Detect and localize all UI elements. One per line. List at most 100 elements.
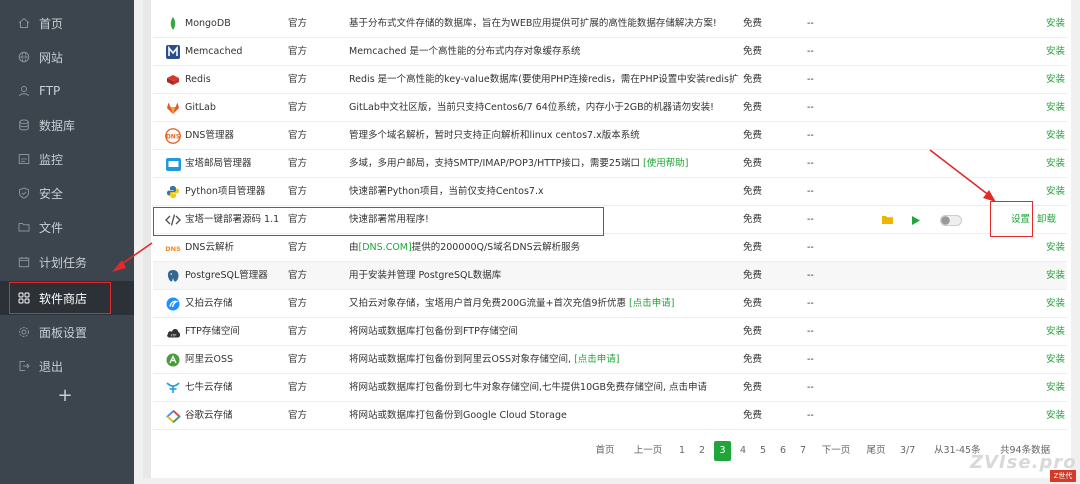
play-icon[interactable] <box>910 212 922 228</box>
nav-logout[interactable]: 退出 <box>0 349 134 383</box>
install-button[interactable]: 安装 <box>1037 402 1065 429</box>
table-row: Redis 官方 Redis 是一个高性能的key-value数据库(要使用PH… <box>153 66 1067 94</box>
plugin-type: 官方 <box>288 326 308 337</box>
table-row: 宝塔邮局管理器 官方 多域，多用户邮局，支持SMTP/IMAP/POP3/HTT… <box>153 150 1067 178</box>
prev-page-button[interactable]: 上一页 <box>628 441 668 461</box>
plugin-name: DNS云解析 <box>185 242 234 253</box>
table-row: DNS DNS管理器 官方 管理多个域名解析，暂时只支持正向解析和linux c… <box>153 122 1067 150</box>
nav-label: 文件 <box>39 220 64 235</box>
plugin-type: 官方 <box>288 382 308 393</box>
install-button[interactable]: 安装 <box>1037 10 1065 37</box>
plugin-price: 免费 <box>743 326 763 337</box>
plugin-expire: -- <box>807 130 814 141</box>
page-button[interactable]: 6 <box>775 441 791 461</box>
nav-panel-settings[interactable]: 面板设置 <box>0 315 134 349</box>
install-button[interactable]: 安装 <box>1037 318 1065 345</box>
table-row: GitLab 官方 GitLab中文社区版，当前只支持Centos6/7 64位… <box>153 94 1067 122</box>
plugin-name: Redis <box>185 74 211 85</box>
table-row: MongoDB 官方 基于分布式文件存储的数据库，旨在为WEB应用提供可扩展的高… <box>153 10 1067 38</box>
nav-label: 监控 <box>39 152 64 167</box>
plugin-price: 免费 <box>743 214 763 225</box>
install-button[interactable]: 安装 <box>1037 150 1065 177</box>
nav-label: 退出 <box>39 359 64 374</box>
page-button-current[interactable]: 3 <box>714 441 731 461</box>
plugin-desc: 多域，多用户邮局，支持SMTP/IMAP/POP3/HTTP接口，需要25端口 … <box>349 150 739 177</box>
nav-database[interactable]: 数据库 <box>0 108 134 142</box>
plugin-price: 免费 <box>743 18 763 29</box>
plugin-desc: 快速部署Python项目，当前仅支持Centos7.x <box>349 186 544 197</box>
table-row: Memcached 官方 Memcached 是一个高性能的分布式内存对象缓存系… <box>153 38 1067 66</box>
nav-security[interactable]: 安全 <box>0 176 134 210</box>
install-button[interactable]: 安装 <box>1037 346 1065 373</box>
page-button[interactable]: 1 <box>674 441 690 461</box>
install-button[interactable]: 安装 <box>1037 374 1065 401</box>
upyun-icon <box>165 296 181 312</box>
desc-text: 由 <box>349 242 359 253</box>
plugin-desc: Redis 是一个高性能的key-value数据库(要使用PHP连接redis，… <box>349 74 739 85</box>
nav-sites[interactable]: 网站 <box>0 40 134 74</box>
plugin-type: 官方 <box>288 354 308 365</box>
next-page-button[interactable]: 下一页 <box>816 441 856 461</box>
page-button[interactable]: 4 <box>735 441 751 461</box>
page-button[interactable]: 7 <box>795 441 811 461</box>
gear-icon <box>17 325 31 339</box>
dns-com-link[interactable]: [DNS.COM] <box>359 242 412 253</box>
mongodb-icon <box>165 16 181 32</box>
install-button[interactable]: 安装 <box>1037 38 1065 65</box>
plugin-name: PostgreSQL管理器 <box>185 270 268 281</box>
plugin-desc: 将网站或数据库打包备份到FTP存储空间 <box>349 326 518 337</box>
memcached-icon <box>165 44 181 60</box>
open-folder-icon[interactable] <box>881 212 895 228</box>
plugin-list-panel: MongoDB 官方 基于分布式文件存储的数据库，旨在为WEB应用提供可扩展的高… <box>143 0 1071 478</box>
install-button[interactable]: 安装 <box>1037 122 1065 149</box>
install-button[interactable]: 安装 <box>1037 290 1065 317</box>
uninstall-button[interactable]: 卸载 <box>1037 206 1065 233</box>
apply-link[interactable]: [点击申请] <box>629 298 674 309</box>
plugin-type: 官方 <box>288 298 308 309</box>
plugin-expire: -- <box>807 410 814 421</box>
status-toggle[interactable] <box>939 212 963 228</box>
apply-link[interactable]: [点击申请] <box>574 354 619 365</box>
plugin-type: 官方 <box>288 410 308 421</box>
last-page-button[interactable]: 尾页 <box>861 441 891 461</box>
svg-text:DNS: DNS <box>166 134 180 141</box>
plugin-desc: GitLab中文社区版，当前只支持Centos6/7 64位系统，内存小于2GB… <box>349 102 714 113</box>
nav-label: FTP <box>39 84 61 98</box>
python-icon <box>165 184 181 200</box>
shield-icon <box>17 186 31 200</box>
highlight-box-settings <box>990 201 1033 237</box>
desc-text: 提供的200000Q/S域名DNS云解析服务 <box>411 242 581 253</box>
plugin-name: GitLab <box>185 102 216 113</box>
install-button[interactable]: 安装 <box>1037 94 1065 121</box>
panel-edge <box>143 0 151 478</box>
page-button[interactable]: 5 <box>755 441 771 461</box>
folder-icon <box>17 220 31 234</box>
nav-label: 计划任务 <box>39 255 88 270</box>
plugin-price: 免费 <box>743 382 763 393</box>
table-row: 阿里云OSS 官方 将网站或数据库打包备份到阿里云OSS对象存储空间, [点击申… <box>153 346 1067 374</box>
nav-monitor[interactable]: 监控 <box>0 142 134 176</box>
ftp-storage-icon: FTP <box>165 324 181 340</box>
plugin-desc: 将网站或数据库打包备份到七牛对象存储空间,七牛提供10GB免费存储空间, 点击申… <box>349 382 708 393</box>
page-button[interactable]: 2 <box>694 441 710 461</box>
add-button[interactable]: + <box>55 386 75 406</box>
plugin-name: Python项目管理器 <box>185 186 266 197</box>
plugin-expire: -- <box>807 214 814 225</box>
desc-text: 将网站或数据库打包备份到阿里云OSS对象存储空间, <box>349 354 575 365</box>
table-row: PostgreSQL管理器 官方 用于安装并管理 PostgreSQL数据库 免… <box>153 262 1067 290</box>
help-link[interactable]: [使用帮助] <box>643 158 688 169</box>
nav-ftp[interactable]: FTP <box>0 74 134 108</box>
first-page-button[interactable]: 首页 <box>588 441 622 461</box>
plugin-price: 免费 <box>743 130 763 141</box>
install-button[interactable]: 安装 <box>1037 178 1065 205</box>
install-button[interactable]: 安装 <box>1037 234 1065 261</box>
sidebar: 首页 网站 FTP 数据库 监控 安全 文件 计划任务 软件商店 面板设置 退出… <box>0 0 134 484</box>
nav-home[interactable]: 首页 <box>0 6 134 40</box>
nav-cron[interactable]: 计划任务 <box>0 245 134 279</box>
install-button[interactable]: 安装 <box>1037 262 1065 289</box>
plugin-price: 免费 <box>743 74 763 85</box>
page-of: 3/7 <box>900 445 916 456</box>
nav-files[interactable]: 文件 <box>0 210 134 244</box>
install-button[interactable]: 安装 <box>1037 66 1065 93</box>
nav-label: 网站 <box>39 50 64 65</box>
